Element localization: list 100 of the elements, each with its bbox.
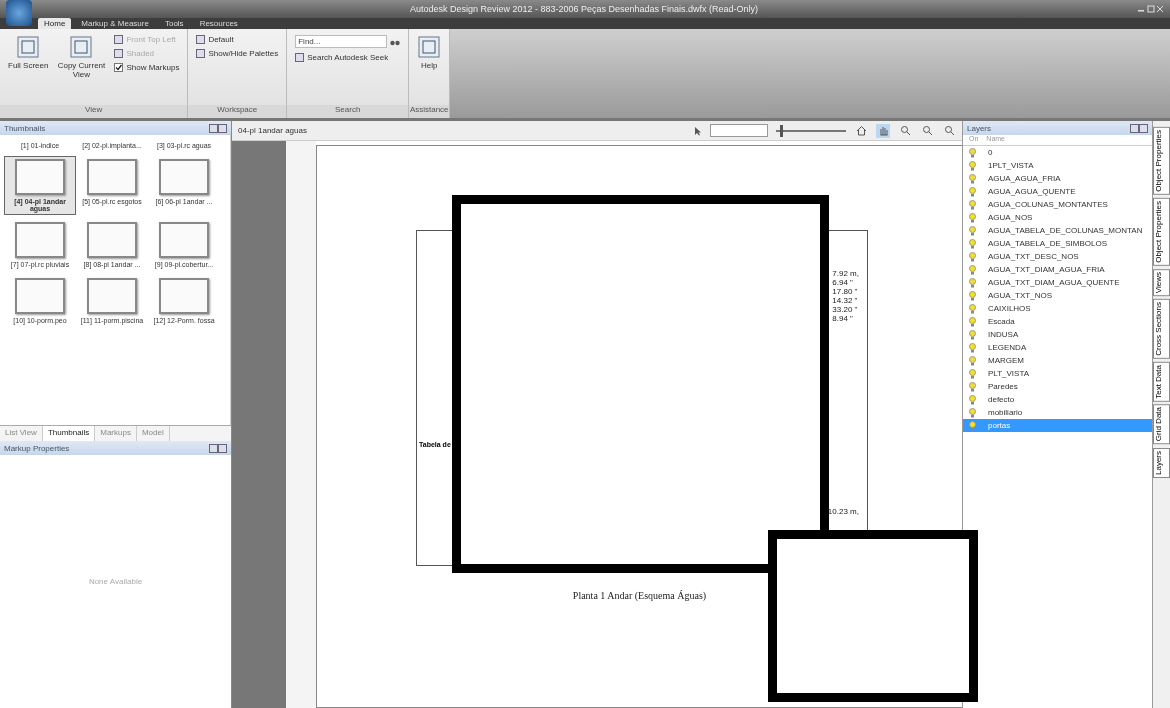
layer-row[interactable]: AGUA_TABELA_DE_SIMBOLOS xyxy=(963,237,1152,250)
ribbon-button[interactable]: Copy Current View xyxy=(56,35,107,105)
group-label: View xyxy=(0,105,188,118)
zoom-tool[interactable] xyxy=(898,123,912,138)
dimension-label: 8.94 " xyxy=(832,314,854,323)
ribbon-button[interactable]: Help xyxy=(417,35,442,105)
light-bulb-icon[interactable] xyxy=(969,368,976,379)
light-bulb-icon[interactable] xyxy=(969,381,976,392)
sheet-thumbnail xyxy=(159,278,209,314)
layer-row[interactable]: AGUA_AGUA_QUENTE xyxy=(963,185,1152,198)
side-tab[interactable]: Cross Sections xyxy=(1153,298,1170,359)
side-tab[interactable]: Grid Data xyxy=(1153,404,1170,445)
pan-tool[interactable] xyxy=(876,123,890,138)
sheet-thumbnail xyxy=(15,159,65,195)
magnifier-icon xyxy=(943,125,955,136)
sheet-thumbnail xyxy=(15,278,65,314)
layer-row[interactable]: PLT_VISTA xyxy=(963,367,1152,380)
group-label: Assistance xyxy=(409,105,450,118)
show-markups-checkbox[interactable]: Show Markups xyxy=(114,63,180,72)
sheet-thumbnail xyxy=(87,222,137,258)
light-bulb-icon[interactable] xyxy=(969,316,976,327)
small-window-icon xyxy=(295,53,305,62)
dimension-label: 10.23 m, xyxy=(827,507,859,516)
ribbon-tab[interactable]: Markup & Measure xyxy=(75,18,155,29)
home-icon xyxy=(855,125,867,136)
hand-icon xyxy=(877,125,889,136)
ribbon-tab[interactable]: Tools xyxy=(158,18,190,29)
magnifier-icon xyxy=(921,125,933,136)
layer-row[interactable]: INDUSA xyxy=(963,328,1152,341)
layer-row[interactable]: AGUA_TXT_DIAM_AGUA_FRIA xyxy=(963,263,1152,276)
ribbon-tab[interactable]: Resources xyxy=(193,18,244,29)
side-tab[interactable]: Object Properties xyxy=(1153,197,1170,266)
home-tool[interactable] xyxy=(854,123,868,138)
light-bulb-icon[interactable] xyxy=(969,407,976,418)
zoom-tool[interactable] xyxy=(942,123,956,138)
layer-row[interactable]: AGUA_TABELA_DE_COLUNAS_MONTAN xyxy=(963,224,1152,237)
empty-message: None Available xyxy=(88,577,143,586)
ribbon-tab[interactable]: Home xyxy=(38,18,72,29)
ribbon-button[interactable]: Show/Hide Palettes xyxy=(196,49,279,58)
layer-row[interactable]: AGUA_COLUNAS_MONTANTES xyxy=(963,198,1152,211)
checkbox-icon xyxy=(114,63,124,72)
zoom-tool[interactable] xyxy=(920,123,934,138)
cursor-icon[interactable] xyxy=(694,125,702,136)
layer-row[interactable]: CAIXILHOS xyxy=(963,302,1152,315)
light-bulb-icon[interactable] xyxy=(969,147,976,158)
light-bulb-icon[interactable] xyxy=(969,212,976,223)
light-bulb-icon[interactable] xyxy=(969,251,976,262)
light-bulb-icon[interactable] xyxy=(969,342,976,353)
light-bulb-icon[interactable] xyxy=(969,303,976,314)
sheet-thumbnail xyxy=(15,222,65,258)
side-tab[interactable]: Text Data xyxy=(1153,361,1170,402)
ribbon-button[interactable]: Search Autodesk Seek xyxy=(295,53,401,62)
ribbon-button[interactable]: Default xyxy=(196,35,279,44)
dimension-label: 14.32 " xyxy=(832,296,859,305)
light-bulb-icon[interactable] xyxy=(969,160,976,171)
app-logo-icon[interactable] xyxy=(6,0,32,26)
light-bulb-icon[interactable] xyxy=(969,264,976,275)
light-bulb-icon[interactable] xyxy=(969,290,976,301)
window-icon xyxy=(69,35,94,59)
layer-row[interactable]: LEGENDA xyxy=(963,341,1152,354)
panel-title: Thumbnails xyxy=(4,123,47,133)
group-label: Workspace xyxy=(188,105,287,118)
light-bulb-icon[interactable] xyxy=(969,186,976,197)
layer-row[interactable]: 1PLT_VISTA xyxy=(963,159,1152,172)
find-field[interactable]: Find... xyxy=(295,35,388,48)
light-bulb-icon[interactable] xyxy=(969,355,976,366)
palette-tab[interactable]: Thumbnails xyxy=(42,426,96,441)
layer-row[interactable]: AGUA_TXT_DESC_NOS xyxy=(963,250,1152,263)
zoom-slider-thumb[interactable] xyxy=(779,124,783,137)
panel-title: Markup Properties xyxy=(4,443,71,453)
layer-row[interactable]: Escada xyxy=(963,315,1152,328)
layer-row[interactable]: AGUA_TXT_NOS xyxy=(963,289,1152,302)
sheet-thumbnail xyxy=(87,278,137,314)
layer-row[interactable]: defecto xyxy=(963,393,1152,406)
sheet-thumbnail xyxy=(159,159,209,195)
layer-row[interactable]: MARGEM xyxy=(963,354,1152,367)
window-controls-icon[interactable] xyxy=(1136,4,1164,14)
layer-row[interactable]: 0 xyxy=(963,146,1152,159)
light-bulb-icon[interactable] xyxy=(969,394,976,405)
layer-row[interactable]: AGUA_AGUA_FRIA xyxy=(963,172,1152,185)
window-title: Autodesk Design Review 2012 - 883-2006 Peças Desenhadas Finais.dwfx (Read-Only) xyxy=(408,4,760,14)
light-bulb-icon[interactable] xyxy=(969,225,976,236)
magnifier-icon xyxy=(899,125,911,136)
light-bulb-icon[interactable] xyxy=(969,173,976,184)
dimension-label: 33.20 " xyxy=(832,305,859,314)
layer-row[interactable]: AGUA_NOS xyxy=(963,211,1152,224)
light-bulb-icon[interactable] xyxy=(969,329,976,340)
side-tab[interactable]: Object Properties xyxy=(1153,127,1170,195)
side-tab[interactable]: Layers xyxy=(1153,447,1170,478)
light-bulb-icon[interactable] xyxy=(969,420,976,431)
ribbon-button[interactable]: Full Screen xyxy=(8,35,49,105)
side-tab[interactable]: Views xyxy=(1153,268,1170,296)
light-bulb-icon[interactable] xyxy=(969,277,976,288)
layer-row[interactable]: AGUA_TXT_DIAM_AGUA_QUENTE xyxy=(963,276,1152,289)
layer-row[interactable]: Paredes xyxy=(963,380,1152,393)
light-bulb-icon[interactable] xyxy=(969,199,976,210)
light-bulb-icon[interactable] xyxy=(969,238,976,249)
layer-row[interactable]: mobiliario xyxy=(963,406,1152,419)
sheet-thumbnail xyxy=(87,159,137,195)
zoom-combo[interactable] xyxy=(710,124,768,137)
